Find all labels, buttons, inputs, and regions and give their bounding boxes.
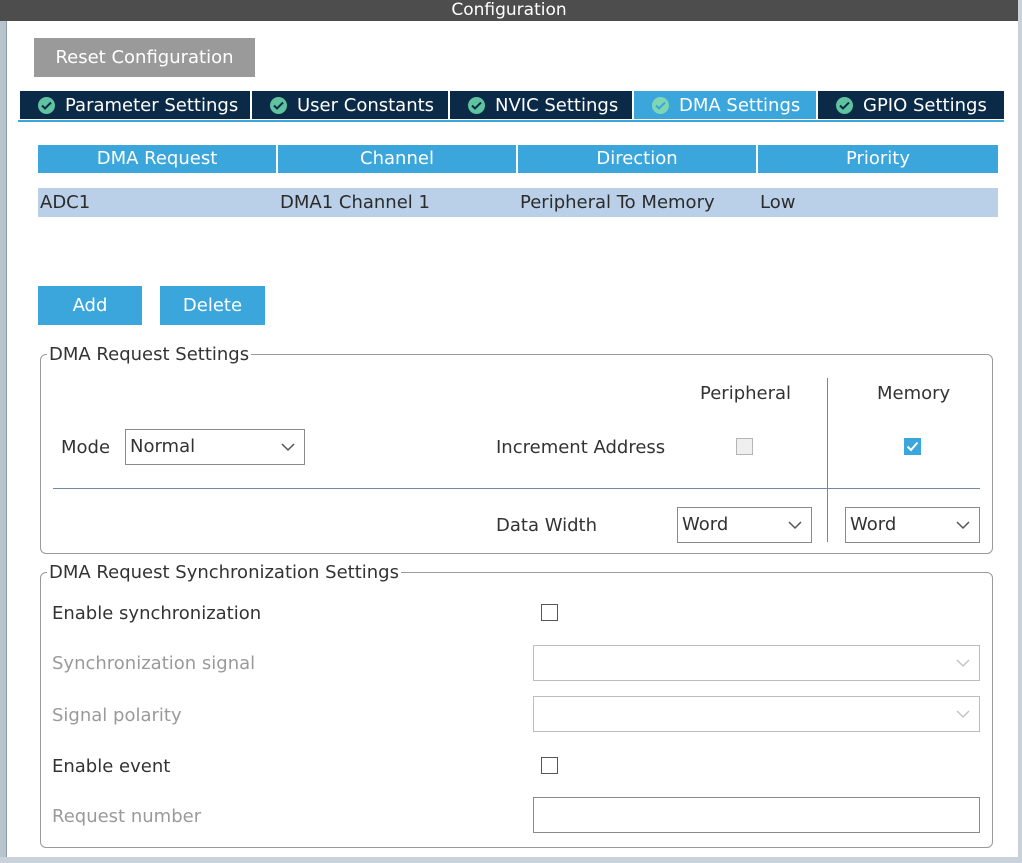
cell-dma-request: ADC1 bbox=[40, 192, 91, 213]
peripheral-data-width-select[interactable]: Word bbox=[677, 507, 812, 543]
checkmark-icon bbox=[906, 441, 919, 452]
tabs-underline bbox=[18, 120, 1004, 122]
tab-user-constants[interactable]: User Constants bbox=[252, 91, 448, 119]
check-circle-icon bbox=[270, 96, 287, 114]
dma-request-settings-legend: DMA Request Settings bbox=[49, 344, 250, 365]
tab-gpio-settings[interactable]: GPIO Settings bbox=[818, 91, 1004, 119]
cell-channel: DMA1 Channel 1 bbox=[280, 192, 430, 213]
signal-polarity-label: Signal polarity bbox=[52, 705, 182, 726]
left-window-border bbox=[6, 0, 7, 863]
mode-value: Normal bbox=[130, 436, 196, 457]
tab-nvic-settings[interactable]: NVIC Settings bbox=[450, 91, 632, 119]
check-circle-icon bbox=[468, 96, 485, 114]
dma-table-header: DMA Request Channel Direction Priority bbox=[38, 145, 998, 173]
configuration-title-bar: Configuration bbox=[0, 0, 1018, 21]
data-width-label: Data Width bbox=[496, 515, 597, 536]
chevron-down-icon bbox=[956, 710, 970, 719]
add-button[interactable]: Add bbox=[38, 286, 142, 325]
column-header-direction[interactable]: Direction bbox=[518, 145, 756, 173]
synchronization-signal-select[interactable] bbox=[533, 645, 980, 681]
memory-column-header: Memory bbox=[877, 383, 951, 404]
synchronization-signal-label: Synchronization signal bbox=[52, 653, 256, 674]
column-header-dma-request[interactable]: DMA Request bbox=[38, 145, 276, 173]
enable-synchronization-label: Enable synchronization bbox=[52, 603, 262, 624]
increment-address-label: Increment Address bbox=[496, 437, 666, 458]
enable-event-label: Enable event bbox=[52, 756, 171, 777]
delete-button[interactable]: Delete bbox=[160, 286, 265, 325]
check-circle-icon bbox=[652, 96, 669, 114]
signal-polarity-select[interactable] bbox=[533, 696, 980, 732]
mode-label: Mode bbox=[61, 437, 111, 458]
peripheral-increment-checkbox[interactable] bbox=[736, 438, 753, 455]
request-number-input[interactable] bbox=[533, 797, 980, 833]
tab-parameter-settings[interactable]: Parameter Settings bbox=[20, 91, 250, 119]
column-header-priority[interactable]: Priority bbox=[758, 145, 998, 173]
check-circle-icon bbox=[836, 96, 853, 114]
bottom-window-edge bbox=[0, 857, 1022, 863]
tab-label: GPIO Settings bbox=[863, 94, 987, 116]
chevron-down-icon bbox=[956, 659, 970, 668]
memory-data-width-select[interactable]: Word bbox=[845, 507, 980, 543]
chevron-down-icon bbox=[788, 521, 802, 530]
column-divider bbox=[827, 378, 828, 542]
chevron-down-icon bbox=[281, 443, 295, 452]
peripheral-data-width-value: Word bbox=[682, 514, 729, 535]
memory-increment-checkbox[interactable] bbox=[904, 438, 921, 455]
peripheral-column-header: Peripheral bbox=[700, 383, 792, 404]
mode-select[interactable]: Normal bbox=[125, 429, 305, 465]
check-circle-icon bbox=[38, 96, 55, 114]
configuration-title: Configuration bbox=[451, 0, 567, 20]
cell-priority: Low bbox=[760, 192, 796, 213]
request-number-label: Request number bbox=[52, 806, 202, 827]
tab-label: DMA Settings bbox=[679, 94, 801, 116]
reset-configuration-button[interactable]: Reset Configuration bbox=[34, 38, 255, 77]
chevron-down-icon bbox=[956, 521, 970, 530]
memory-data-width-value: Word bbox=[850, 514, 897, 535]
column-header-channel[interactable]: Channel bbox=[278, 145, 516, 173]
enable-synchronization-checkbox[interactable] bbox=[541, 604, 558, 621]
tab-label: User Constants bbox=[297, 94, 435, 116]
configuration-tabs: Parameter Settings User Constants NVIC S… bbox=[20, 91, 1006, 119]
table-row[interactable]: ADC1 DMA1 Channel 1 Peripheral To Memory… bbox=[38, 188, 998, 217]
dma-request-sync-settings-legend: DMA Request Synchronization Settings bbox=[49, 562, 399, 583]
right-window-edge bbox=[1018, 0, 1022, 863]
cell-direction: Peripheral To Memory bbox=[520, 192, 715, 213]
tab-dma-settings[interactable]: DMA Settings bbox=[634, 91, 816, 119]
settings-divider bbox=[53, 488, 980, 489]
enable-event-checkbox[interactable] bbox=[541, 757, 558, 774]
tab-label: Parameter Settings bbox=[65, 94, 239, 116]
tab-label: NVIC Settings bbox=[495, 94, 619, 116]
